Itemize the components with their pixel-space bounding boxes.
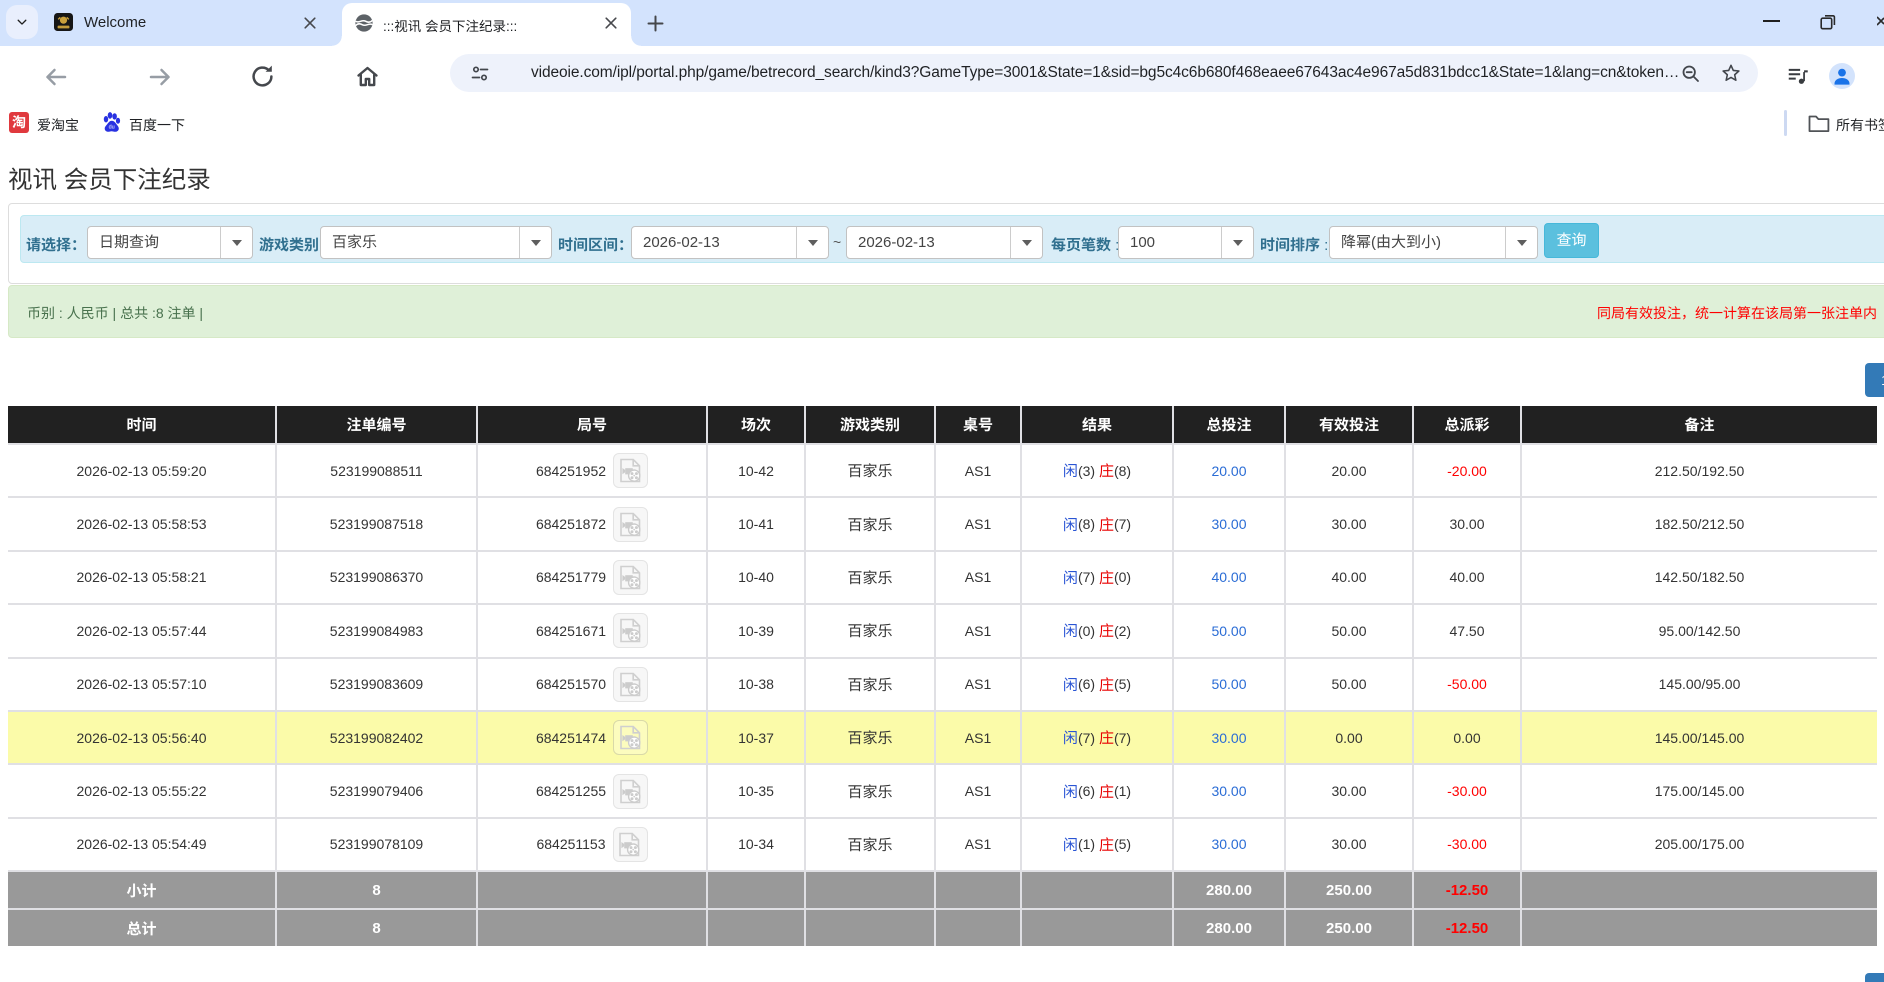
svg-text:du: du [109,125,115,131]
